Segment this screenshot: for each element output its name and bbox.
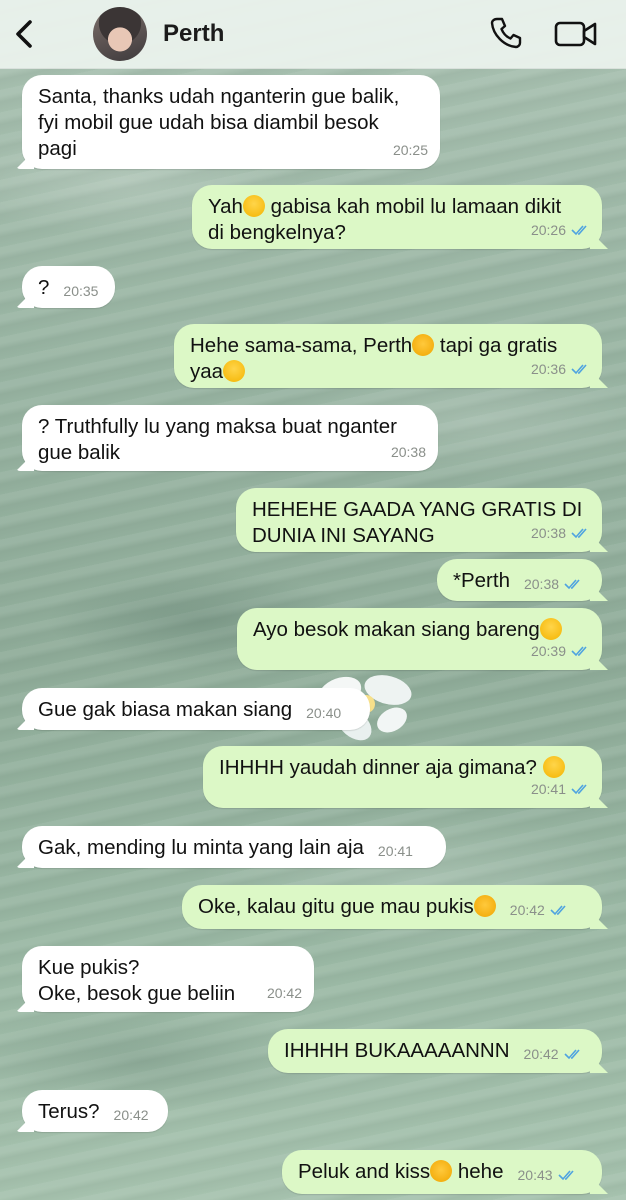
smirking-cat-face-icon <box>473 895 496 917</box>
message-incoming[interactable]: Kue pukis? Oke, besok gue beliin 20:42 <box>22 946 314 1012</box>
double-check-read-icon <box>571 528 587 539</box>
avatar[interactable] <box>93 7 147 61</box>
message-outgoing[interactable]: HEHEHE GAADA YANG GRATIS DI DUNIA INI SA… <box>236 488 602 552</box>
message-time: 20:39 <box>530 643 566 659</box>
message-time: 20:26 <box>530 222 566 238</box>
message-meta: 20:25 <box>393 137 428 163</box>
message-text: ? Truthfully lu yang maksa buat nganter … <box>38 415 397 464</box>
double-check-read-icon <box>571 646 587 657</box>
kissing-cat-face-icon <box>412 334 435 356</box>
message-meta: 20:38 <box>531 520 590 546</box>
message-text: Kue pukis? Oke, besok gue beliin <box>38 956 236 1005</box>
message-time: 20:43 <box>517 1167 553 1183</box>
message-text: Gue gak biasa makan siang <box>38 698 293 721</box>
message-meta: 20:41 <box>531 776 590 802</box>
pleading-face-icon <box>542 756 565 778</box>
heart-eyes-face-icon <box>539 618 562 640</box>
message-outgoing[interactable]: *Perth 20:38 <box>437 559 602 601</box>
message-meta: 20:42 <box>114 1102 149 1128</box>
message-outgoing[interactable]: Ayo besok makan siang bareng 20:39 <box>237 608 602 670</box>
message-time: 20:25 <box>392 142 428 158</box>
double-check-read-icon <box>557 1170 574 1181</box>
message-meta: 20:38 <box>391 439 426 465</box>
message-time: 20:38 <box>530 525 566 541</box>
message-text: Hehe sama-sama, Perth tapi ga gratis yaa <box>190 334 558 383</box>
message-text: ? <box>38 276 50 299</box>
message-meta: 20:36 <box>531 356 590 382</box>
message-meta: 20:42 <box>510 897 569 923</box>
message-time: 20:35 <box>63 283 99 299</box>
phone-icon[interactable] <box>488 15 524 51</box>
message-time: 20:42 <box>113 1107 149 1123</box>
double-check-read-icon <box>571 225 587 236</box>
message-incoming[interactable]: ? 20:35 <box>22 266 115 308</box>
message-time: 20:38 <box>523 576 560 592</box>
message-meta: 20:40 <box>306 700 341 726</box>
double-check-read-icon <box>564 1049 580 1060</box>
message-time: 20:42 <box>509 902 545 918</box>
message-time: 20:38 <box>390 444 426 460</box>
message-text: Oke, kalau gitu gue mau pukis <box>198 895 496 918</box>
message-incoming[interactable]: ? Truthfully lu yang maksa buat nganter … <box>22 405 438 471</box>
message-incoming[interactable]: Terus? 20:42 <box>22 1090 168 1132</box>
double-check-read-icon <box>550 905 566 916</box>
double-check-read-icon <box>571 784 587 795</box>
squinting-tongue-face-icon <box>223 360 246 382</box>
message-time: 20:42 <box>523 1046 559 1062</box>
message-meta: 20:41 <box>378 838 413 864</box>
message-meta: 20:26 <box>531 217 590 243</box>
message-text: Gak, mending lu minta yang lain aja <box>38 836 364 859</box>
message-outgoing[interactable]: Oke, kalau gitu gue mau pukis 20:42 <box>182 885 602 929</box>
contact-name[interactable]: Perth <box>163 20 224 48</box>
message-outgoing[interactable]: Yah gabisa kah mobil lu lamaan dikit di … <box>192 185 602 249</box>
message-incoming[interactable]: Gue gak biasa makan siang 20:40 <box>22 688 370 730</box>
video-camera-icon[interactable] <box>554 18 598 50</box>
disappointed-face-icon <box>242 195 265 217</box>
message-text: *Perth <box>453 569 510 592</box>
message-outgoing[interactable]: Hehe sama-sama, Perth tapi ga gratis yaa… <box>174 324 602 388</box>
message-meta: 20:35 <box>63 278 98 304</box>
message-outgoing[interactable]: IHHHH BUKAAAAANNN 20:42 <box>268 1029 602 1073</box>
double-check-read-icon <box>571 364 587 375</box>
message-incoming[interactable]: Santa, thanks udah nganterin gue balik, … <box>22 75 440 169</box>
message-meta: 20:43 <box>518 1162 577 1188</box>
message-text: Peluk and kiss hehe <box>298 1160 504 1183</box>
message-meta: 20:39 <box>531 638 590 664</box>
message-meta: 20:42 <box>524 1041 583 1067</box>
message-text: IHHHH BUKAAAAANNN <box>284 1039 510 1062</box>
message-outgoing[interactable]: IHHHH yaudah dinner aja gimana? 20:41 <box>203 746 602 808</box>
message-meta: 20:38 <box>524 571 583 597</box>
message-text: Terus? <box>38 1100 100 1123</box>
kissing-cat-face-icon <box>430 1160 453 1182</box>
chat-header: Perth <box>0 0 626 69</box>
chevron-left-icon[interactable] <box>10 16 40 52</box>
message-time: 20:42 <box>266 985 302 1001</box>
message-text: Santa, thanks udah nganterin gue balik, … <box>38 85 400 160</box>
message-meta: 20:42 <box>267 980 302 1006</box>
message-time: 20:41 <box>530 781 566 797</box>
message-incoming[interactable]: Gak, mending lu minta yang lain aja 20:41 <box>22 826 446 868</box>
message-outgoing[interactable]: Peluk and kiss hehe 20:43 <box>282 1150 602 1194</box>
message-time: 20:40 <box>306 705 342 721</box>
double-check-read-icon <box>564 579 580 590</box>
message-time: 20:36 <box>530 361 566 377</box>
message-time: 20:41 <box>377 843 413 859</box>
